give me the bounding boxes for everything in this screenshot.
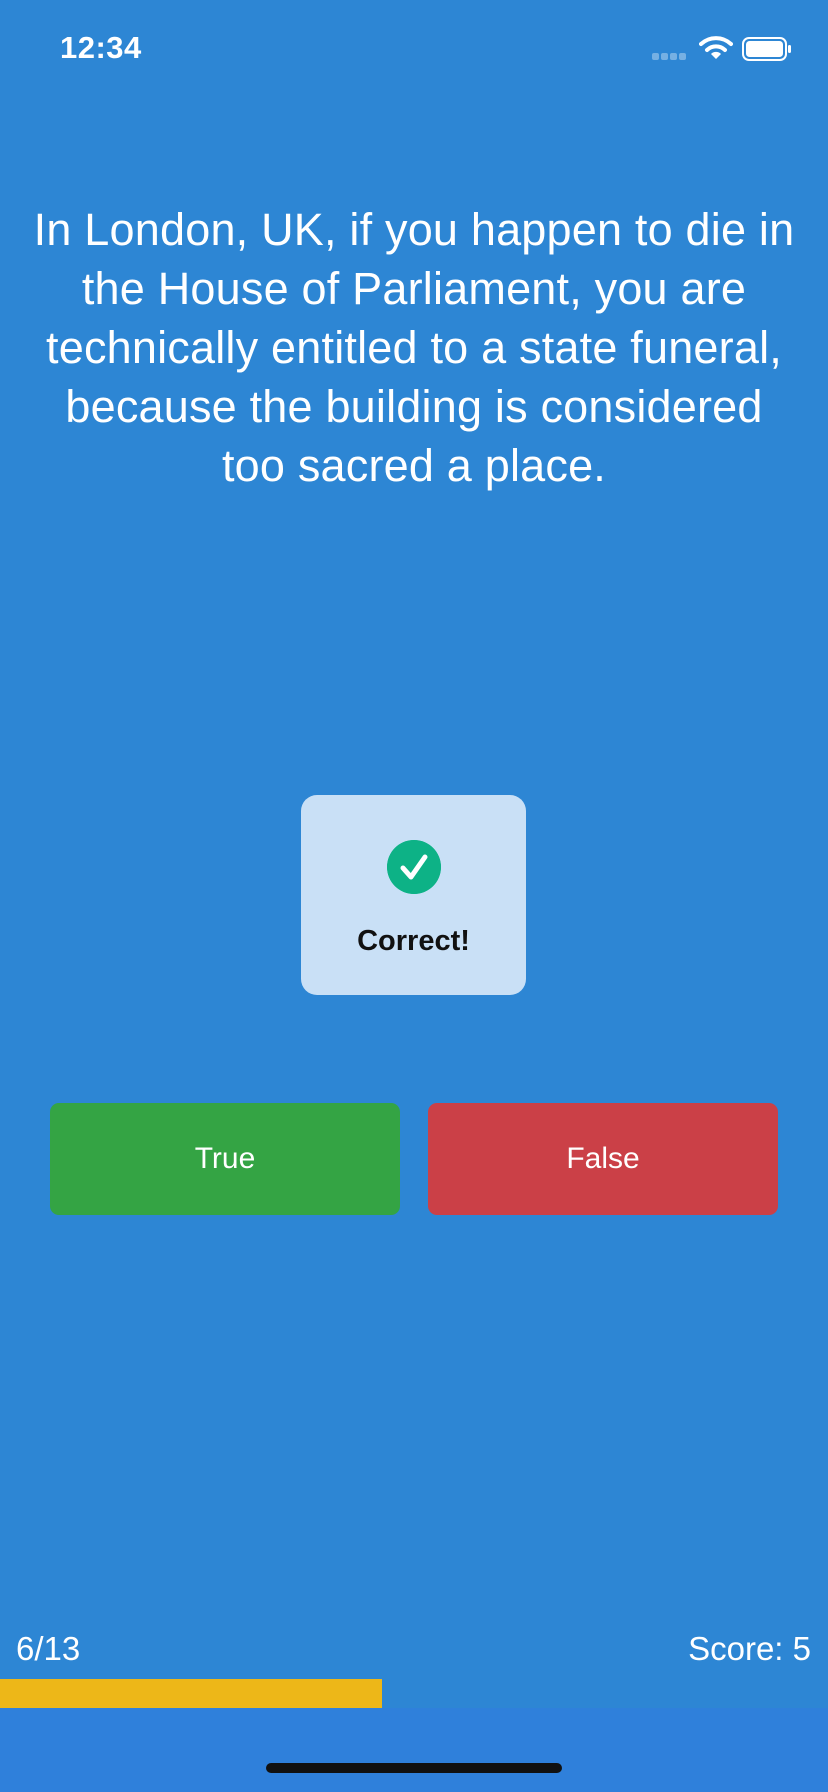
true-button[interactable]: True	[50, 1103, 400, 1215]
checkmark-circle-icon	[387, 840, 441, 894]
false-button[interactable]: False	[428, 1103, 778, 1215]
progress-bar-fill	[0, 1679, 383, 1708]
cellular-signal-icon	[652, 53, 686, 60]
feedback-hud: Correct!	[301, 795, 526, 995]
question-text: In London, UK, if you happen to die in t…	[33, 204, 795, 491]
wifi-icon	[699, 36, 733, 59]
progress-bar	[0, 1679, 828, 1708]
battery-icon	[742, 37, 791, 61]
question-progress-label: 6/13	[16, 1630, 81, 1667]
status-time: 12:34	[60, 30, 142, 65]
home-indicator-area	[0, 1708, 828, 1792]
feedback-label: Correct!	[357, 925, 470, 957]
status-bar: 12:34	[0, 0, 828, 100]
home-indicator[interactable]	[266, 1763, 562, 1773]
score-label: Score: 5	[688, 1630, 811, 1667]
